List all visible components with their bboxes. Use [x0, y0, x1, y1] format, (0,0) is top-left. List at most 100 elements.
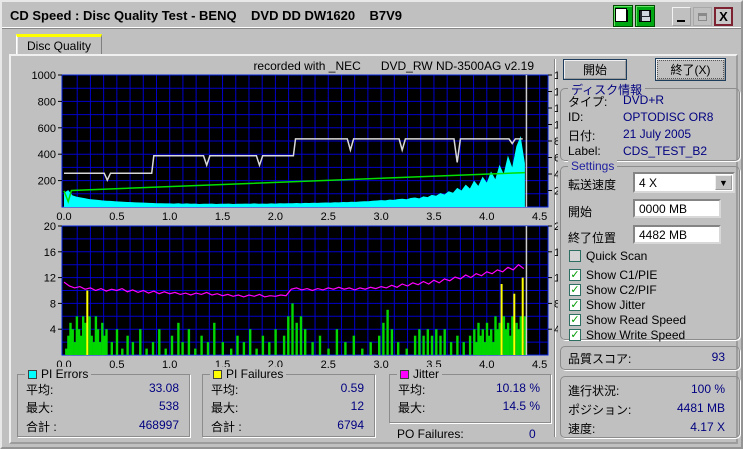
checkbox-quick-scan-label: Quick Scan [586, 249, 648, 263]
quality-score-group: 品質スコア: 93 [560, 346, 740, 370]
start-button-label: 開始 [582, 63, 607, 77]
svg-text:8: 8 [554, 136, 558, 148]
disc-label-value: CDS_TEST_B2 [623, 144, 708, 158]
close-button[interactable]: X [714, 7, 733, 26]
disc-id-value: OPTODISC OR8 [623, 110, 714, 124]
pie-max-label: 最大: [26, 401, 54, 415]
maximize-button[interactable] [693, 7, 712, 26]
checkbox-quick-scan[interactable]: Quick Scan [569, 249, 647, 263]
speed-select-value: 4 X [639, 175, 658, 190]
speed-current-value: 4.17 X [690, 420, 725, 434]
tab-disc-quality[interactable]: Disc Quality [16, 34, 102, 55]
svg-text:16: 16 [554, 247, 558, 259]
checkbox-checked-icon: ✓ [569, 299, 581, 311]
exit-button-label: 終了(X) [670, 63, 711, 77]
end-pos-value: 4482 MB [639, 227, 688, 242]
svg-text:200: 200 [38, 176, 56, 188]
checkbox-show-write-speed-label: Show Write Speed [586, 328, 686, 342]
pif-avg-value: 0.59 [340, 381, 364, 395]
disc-label-label: Label: [568, 144, 601, 158]
checkbox-checked-icon: ✓ [569, 284, 581, 296]
pie-total-value: 468997 [138, 418, 179, 432]
checkbox-show-c1-pie[interactable]: ✓ Show C1/PIE [569, 268, 657, 282]
po-failures-label: PO Failures: [397, 427, 464, 441]
start-pos-value: 0000 MB [639, 201, 688, 216]
svg-text:12: 12 [554, 273, 558, 285]
svg-text:0.5: 0.5 [109, 211, 124, 220]
checkbox-checked-icon: ✓ [569, 269, 581, 281]
start-pos-input[interactable]: 0000 MB [633, 199, 721, 218]
quality-score-label: 品質スコア: [568, 352, 632, 366]
checkbox-show-c1-pie-label: Show C1/PIE [586, 268, 658, 282]
end-pos-label: 終了位置 [568, 231, 617, 245]
svg-text:4: 4 [50, 324, 56, 336]
svg-text:20: 20 [554, 221, 558, 233]
pif-total-value: 6794 [337, 418, 364, 432]
svg-text:8: 8 [50, 298, 56, 310]
position-value: 4481 MB [676, 401, 725, 415]
pie-total-label: 合計 : [26, 420, 57, 434]
svg-text:4: 4 [554, 169, 558, 181]
jitter-max-label: 最大: [398, 401, 426, 415]
svg-text:4.0: 4.0 [479, 211, 494, 220]
svg-text:16: 16 [554, 70, 558, 82]
window-title: CD Speed : Disc Quality Test - BENQ DVD … [10, 8, 403, 23]
pif-avg-label: 平均: [211, 383, 239, 397]
svg-text:0.5: 0.5 [109, 359, 124, 371]
jitter-stats-title: Jitter [397, 367, 443, 381]
svg-text:4.5: 4.5 [532, 359, 547, 371]
svg-text:4: 4 [554, 324, 558, 336]
titlebar: CD Speed : Disc Quality Test - BENQ DVD … [2, 2, 741, 29]
pi-errors-stats-title: PI Errors [25, 367, 92, 381]
start-button[interactable]: 開始 [563, 59, 627, 80]
quality-score-value: 93 [711, 350, 725, 364]
svg-text:1.0: 1.0 [162, 211, 177, 220]
restore-icon [698, 12, 707, 21]
save-icon[interactable] [635, 5, 655, 27]
end-pos-input[interactable]: 4482 MB [633, 225, 721, 244]
checkbox-show-read-speed[interactable]: ✓ Show Read Speed [569, 313, 686, 327]
checkbox-show-c2-pif[interactable]: ✓ Show C2/PIF [569, 283, 657, 297]
pi-failures-jitter-chart-svg: 48121620481216200.00.51.01.52.02.53.03.5… [44, 221, 567, 371]
position-label: ポジション: [568, 403, 632, 417]
svg-text:400: 400 [38, 149, 56, 161]
pi-failures-stats-title: PI Failures [210, 367, 287, 381]
svg-text:4.0: 4.0 [479, 359, 494, 371]
svg-text:2: 2 [554, 186, 558, 198]
progress-group: 進行状況: 100 % ポジション: 4481 MB 速度: 4.17 X [560, 376, 740, 438]
checkbox-show-read-speed-label: Show Read Speed [586, 313, 687, 327]
pif-max-label: 最大: [211, 401, 239, 415]
pi-errors-swatch-icon [28, 369, 37, 379]
chevron-down-icon[interactable]: ▼ [715, 175, 732, 190]
exit-button[interactable]: 終了(X) [655, 58, 726, 81]
svg-text:14: 14 [554, 87, 558, 99]
copy-to-clipboard-icon[interactable] [613, 5, 633, 27]
svg-text:0.0: 0.0 [56, 211, 71, 220]
checkbox-show-write-speed[interactable]: ✓ Show Write Speed [569, 328, 685, 342]
pi-errors-stats-group: PI Errors 平均: 33.08 最大: 538 合計 : 468997 [17, 367, 190, 437]
progress-label: 進行状況: [568, 384, 620, 398]
svg-text:600: 600 [38, 123, 56, 135]
svg-text:20: 20 [44, 221, 56, 233]
svg-text:8: 8 [554, 298, 558, 310]
minimize-icon [677, 20, 685, 22]
speed-select[interactable]: 4 X ▼ [633, 172, 735, 193]
svg-text:10: 10 [554, 120, 558, 132]
checkbox-icon [569, 250, 581, 262]
pie-avg-value: 33.08 [148, 381, 179, 395]
pi-errors-title-text: PI Errors [41, 367, 89, 381]
pif-max-value: 12 [350, 399, 364, 413]
checkbox-show-jitter[interactable]: ✓ Show Jitter [569, 298, 645, 312]
jitter-max-value: 14.5 % [502, 399, 540, 413]
minimize-button[interactable] [672, 7, 691, 26]
disc-type-value: DVD+R [623, 93, 665, 107]
svg-text:16: 16 [44, 247, 56, 259]
svg-text:1.0: 1.0 [162, 359, 177, 371]
svg-text:12: 12 [554, 103, 558, 115]
svg-text:3.0: 3.0 [373, 359, 388, 371]
disc-date-label: 日付: [568, 129, 596, 143]
po-failures-value: 0 [529, 427, 536, 441]
svg-text:4.5: 4.5 [532, 211, 547, 220]
checkbox-show-jitter-label: Show Jitter [586, 298, 646, 312]
floppy-disk-icon [639, 10, 651, 22]
